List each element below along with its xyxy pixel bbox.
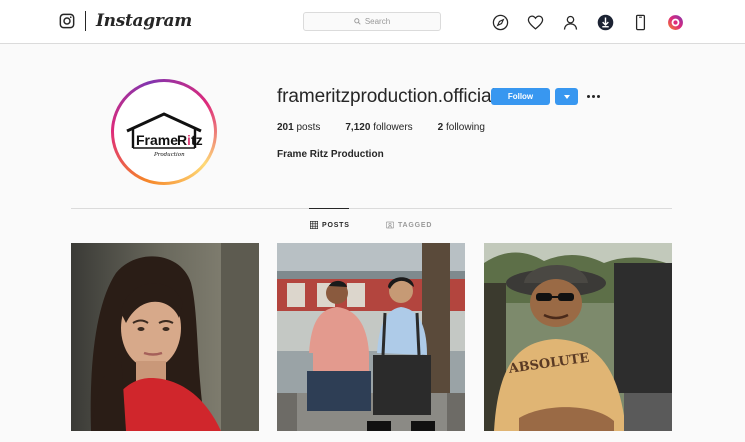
tab-posts[interactable]: POSTS: [310, 221, 350, 229]
followers-count[interactable]: 7,120 followers: [345, 122, 412, 133]
svg-text:R: R: [177, 132, 187, 148]
following-count[interactable]: 2 following: [438, 122, 485, 133]
grid-icon: [310, 221, 318, 229]
tag-icon: [386, 221, 394, 229]
posts-count: 201 posts: [277, 122, 321, 133]
tab-tagged[interactable]: TAGGED: [386, 221, 432, 229]
more-options-button[interactable]: [585, 89, 601, 103]
top-navigation-bar: Instagram Search: [0, 0, 745, 44]
follow-button[interactable]: Follow: [491, 88, 550, 105]
mobile-icon[interactable]: [630, 12, 650, 32]
search-placeholder: Search: [364, 17, 391, 26]
instagram-wordmark[interactable]: Instagram: [96, 11, 192, 31]
suggestions-dropdown-button[interactable]: [555, 88, 578, 105]
active-tab-indicator: [309, 208, 349, 209]
svg-text:tz: tz: [191, 132, 203, 148]
post-thumbnail[interactable]: [71, 243, 259, 431]
profile-username: frameritzproduction.official: [277, 86, 496, 107]
explore-icon[interactable]: [490, 12, 510, 32]
svg-text:Frame: Frame: [136, 132, 178, 148]
profile-full-name: Frame Ritz Production: [277, 149, 384, 160]
instagram-glyph-icon[interactable]: [59, 13, 75, 29]
nav-icons: [475, 12, 685, 32]
post-thumbnail[interactable]: ABSOLUTE: [484, 243, 672, 431]
frame-ritz-logo: Frame R i tz Production: [126, 112, 203, 158]
profile-avatar: Frame R i tz Production: [117, 85, 211, 179]
tab-posts-label: POSTS: [322, 221, 350, 229]
chevron-down-icon: [563, 94, 570, 99]
two-men-street-photo: [277, 243, 465, 431]
profile-avatar-ring[interactable]: Frame R i tz Production: [111, 79, 217, 185]
brand[interactable]: Instagram: [59, 11, 192, 31]
profile-icon[interactable]: [560, 12, 580, 32]
download-icon[interactable]: [595, 12, 615, 32]
heart-icon[interactable]: [525, 12, 545, 32]
search-icon: [354, 18, 361, 25]
woman-portrait-photo: [71, 243, 259, 431]
extension-icon[interactable]: [665, 12, 685, 32]
post-thumbnail[interactable]: [277, 243, 465, 431]
brand-divider: [85, 11, 86, 31]
search-input[interactable]: Search: [303, 12, 441, 31]
man-with-hat-photo: ABSOLUTE: [484, 243, 672, 431]
profile-stats: 201 posts 7,120 followers 2 following: [277, 122, 510, 133]
tab-tagged-label: TAGGED: [398, 221, 433, 229]
tabs-divider: [71, 208, 672, 209]
svg-text:Production: Production: [153, 152, 185, 158]
